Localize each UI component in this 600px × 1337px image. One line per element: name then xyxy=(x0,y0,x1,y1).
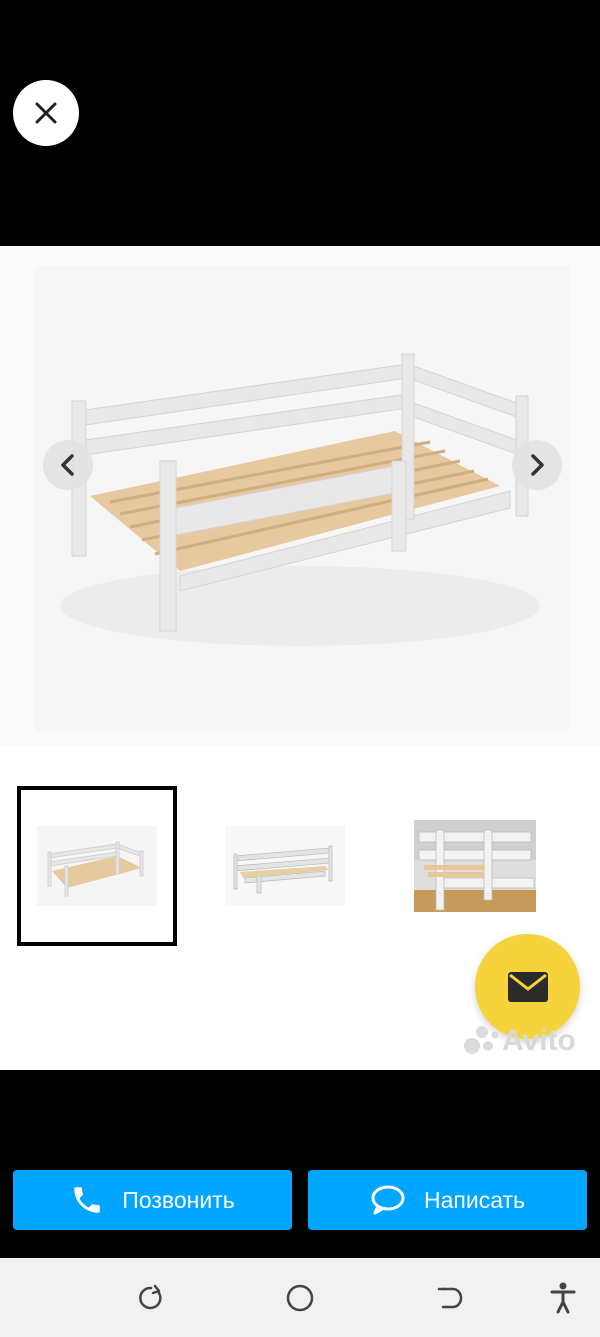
chevron-left-icon xyxy=(61,454,74,476)
back-icon[interactable] xyxy=(432,1280,468,1316)
phone-icon xyxy=(74,1187,101,1213)
chat-bubble-icon xyxy=(371,1185,405,1215)
home-icon[interactable] xyxy=(282,1280,318,1316)
chevron-right-icon xyxy=(531,454,544,476)
close-icon xyxy=(35,102,57,124)
call-label: Позвонить xyxy=(122,1186,235,1213)
thumbnail-3[interactable] xyxy=(395,786,555,946)
previous-photo-button[interactable] xyxy=(43,440,93,490)
next-photo-button[interactable] xyxy=(512,440,562,490)
thumbnail-1[interactable] xyxy=(17,786,177,946)
close-button[interactable] xyxy=(13,80,79,146)
system-navigation-bar xyxy=(0,1258,600,1337)
bed-thumbnail-image xyxy=(414,820,536,912)
bed-thumbnail-image xyxy=(37,826,157,906)
recent-apps-icon[interactable] xyxy=(132,1280,168,1316)
svg-text:Avito: Avito xyxy=(502,1024,576,1057)
accessibility-icon[interactable] xyxy=(545,1280,581,1316)
thumbnail-2[interactable] xyxy=(205,786,365,946)
photo-gallery: Avito xyxy=(0,246,600,1070)
main-photo[interactable] xyxy=(0,246,600,746)
call-button[interactable]: Позвонить xyxy=(13,1170,292,1230)
envelope-icon xyxy=(507,971,548,1002)
bed-thumbnail-image xyxy=(225,826,345,906)
avito-watermark: Avito xyxy=(462,1018,597,1063)
write-label: Написать xyxy=(423,1186,525,1213)
write-button[interactable]: Написать xyxy=(308,1170,587,1230)
